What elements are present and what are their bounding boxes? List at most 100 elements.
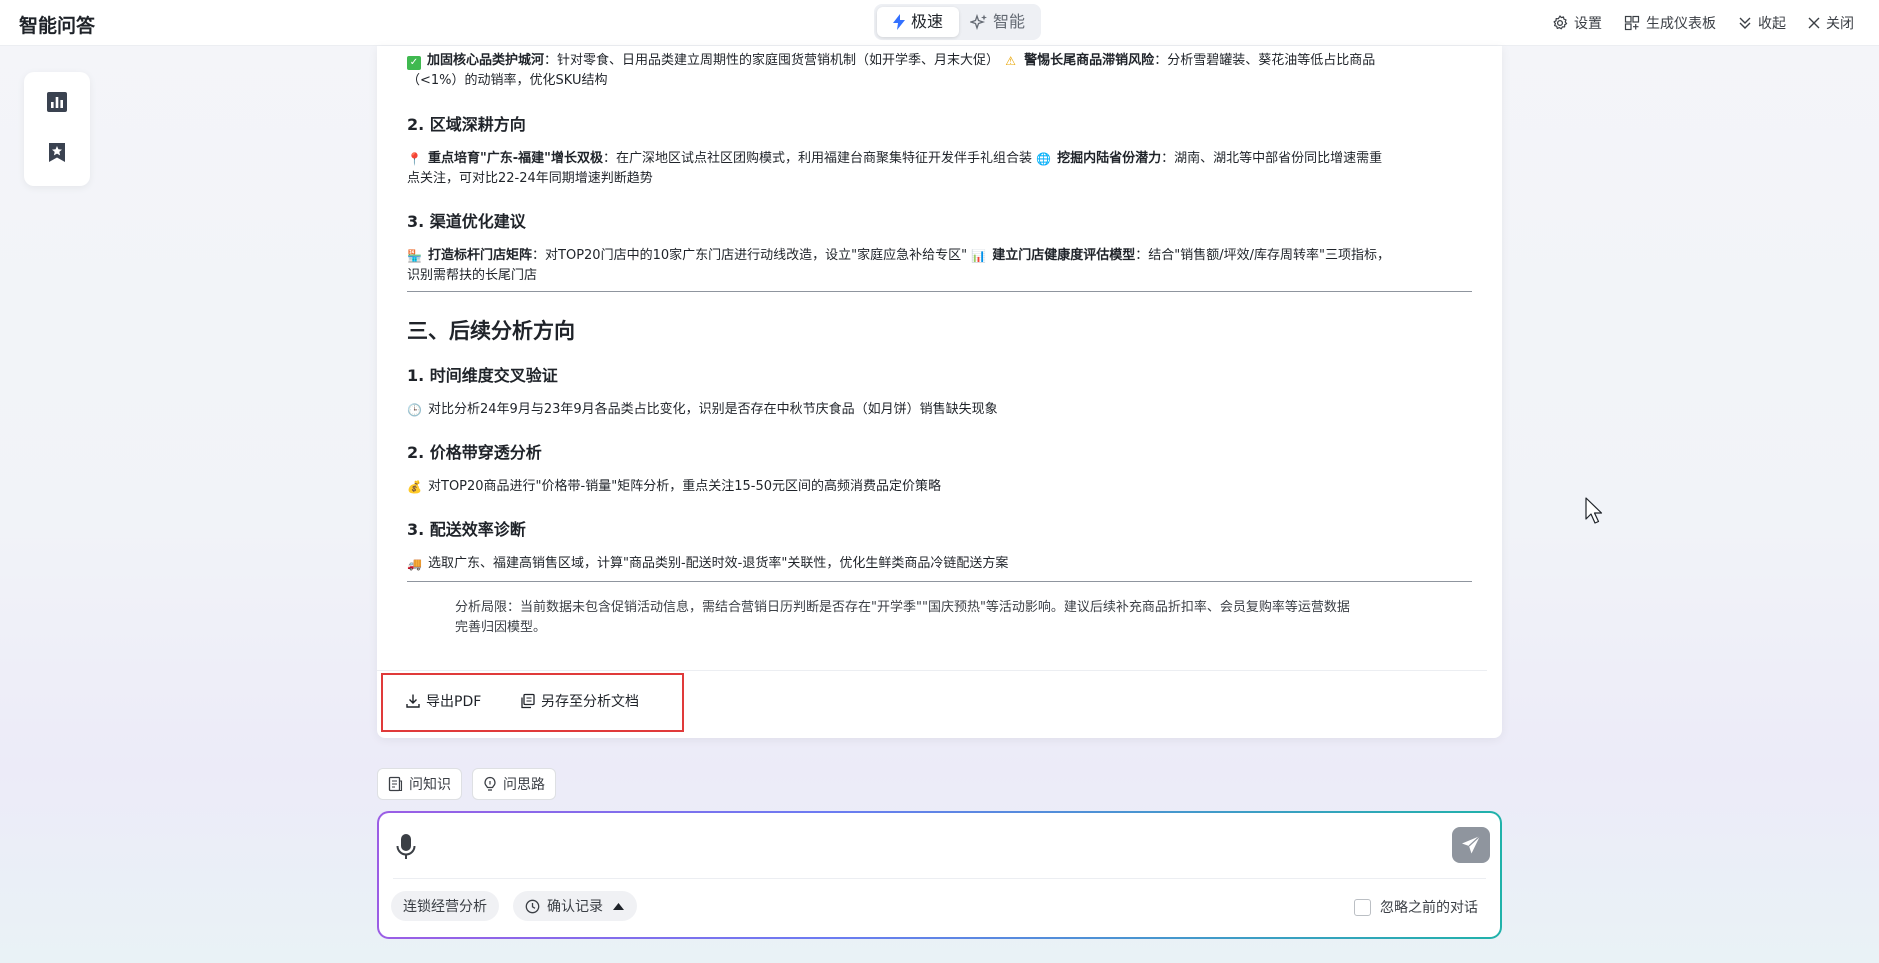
close-button[interactable]: 关闭 xyxy=(1808,13,1854,33)
triangle-up-icon xyxy=(613,902,624,910)
chat-input-inner[interactable]: 连锁经营分析 确认记录 忽略之前的对话 xyxy=(379,813,1500,937)
chart-emoji-icon: 📊 xyxy=(971,249,987,263)
clock-emoji-icon: 🕒 xyxy=(407,403,422,417)
confirm-record-label: 确认记录 xyxy=(547,899,603,915)
heading-delivery: 3. 配送效率诊断 xyxy=(407,520,526,539)
bar-chart-icon xyxy=(47,92,67,112)
gear-icon xyxy=(1553,15,1568,30)
region-bold-2: 挖掘内陆省份潜力 xyxy=(1057,151,1162,166)
generate-dashboard-label: 生成仪表板 xyxy=(1646,16,1716,32)
top-actions: 设置 生成仪表板 收起 关闭 xyxy=(1530,13,1854,33)
long-tail-bold: 警惕长尾商品滞销风险 xyxy=(1024,53,1155,68)
channel-bold-2: 建立门店健康度评估模型 xyxy=(992,248,1136,263)
send-icon xyxy=(1462,835,1481,854)
paragraph-region: 📍 重点培育"广东-福建"增长双极：在广深地区试点社区团购模式，利用福建台商聚集特… xyxy=(407,149,1472,189)
favorites-tool-button[interactable] xyxy=(45,140,69,164)
store-icon: 🏪 xyxy=(407,249,422,263)
download-icon xyxy=(406,694,420,708)
analysis-limitation: 分析局限：当前数据未包含促销活动信息，需结合营销日历判断是否存在"开学季""国庆… xyxy=(455,598,1435,638)
export-pdf-label: 导出PDF xyxy=(426,694,482,710)
card-actions-highlight: 导出PDF 另存至分析文档 xyxy=(381,673,684,732)
sparkle-icon xyxy=(970,14,987,30)
money-bag-icon: 💰 xyxy=(407,480,422,494)
ask-idea-chip[interactable]: 问思路 xyxy=(472,768,556,800)
divider xyxy=(407,291,1472,292)
region-text-cont: 点关注，可对比22-24年同期增速判断趋势 xyxy=(407,171,653,186)
top-bar: 智能问答 极速 智能 设置 生成仪表板 收起 关闭 xyxy=(0,0,1879,46)
truck-icon: 🚚 xyxy=(407,557,422,571)
channel-text-2: ：结合"销售额/坪效/库存周转率"三项指标， xyxy=(1135,248,1390,263)
mode-switch: 极速 智能 xyxy=(874,4,1041,40)
ignore-previous-toggle[interactable]: 忽略之前的对话 xyxy=(1354,897,1478,917)
close-label: 关闭 xyxy=(1826,16,1854,32)
send-button[interactable] xyxy=(1452,827,1490,863)
chart-tool-button[interactable] xyxy=(45,90,69,114)
heading-time: 1. 时间维度交叉验证 xyxy=(407,366,558,385)
mouse-cursor-icon xyxy=(1585,497,1603,524)
paragraph-delivery: 🚚 选取广东、福建高销售区域，计算"商品类别-配送时效-退货率"关联性，优化生鲜类… xyxy=(407,554,1472,574)
save-to-doc-label: 另存至分析文档 xyxy=(541,694,639,710)
clock-icon xyxy=(525,899,540,913)
region-text-2: ：湖南、湖北等中部省份同比增速需重 xyxy=(1161,151,1383,166)
core-category-bold: 加固核心品类护城河 xyxy=(427,53,545,68)
price-text: 对TOP20商品进行"价格带-销量"矩阵分析，重点关注15-50元区间的高频消费… xyxy=(428,479,941,494)
lightning-icon xyxy=(893,14,905,30)
export-pdf-button[interactable]: 导出PDF xyxy=(405,691,481,711)
app-title: 智能问答 xyxy=(19,15,96,37)
long-tail-text-cont: （<1%）的动销率，优化SKU结构 xyxy=(407,73,608,88)
dashboard-icon xyxy=(1624,15,1640,31)
side-toolbar xyxy=(24,72,90,186)
region-bold-1: 重点培育"广东-福建"增长双极 xyxy=(428,151,603,166)
paragraph-core-category: ✓ 加固核心品类护城河：针对零食、日用品类建立周期性的家庭囤货营销机制（如开学季、… xyxy=(407,51,1472,91)
limitation-line-2: 完善归因模型。 xyxy=(455,620,547,635)
heading-price: 2. 价格带穿透分析 xyxy=(407,443,542,462)
lightbulb-icon xyxy=(484,776,496,791)
document-icon xyxy=(388,776,403,792)
mode-fast-tab[interactable]: 极速 xyxy=(877,7,959,37)
channel-text-cont: 识别需帮扶的长尾门店 xyxy=(407,268,538,283)
delivery-text: 选取广东、福建高销售区域，计算"商品类别-配送时效-退货率"关联性，优化生鲜类商… xyxy=(428,556,1009,571)
save-to-doc-button[interactable]: 另存至分析文档 xyxy=(520,691,639,711)
warning-icon: ⚠ xyxy=(1005,54,1017,68)
collapse-label: 收起 xyxy=(1758,16,1786,32)
long-tail-text: ：分析雪碧罐装、葵花油等低占比商品 xyxy=(1154,53,1376,68)
answer-card: ✓ 加固核心品类护城河：针对零食、日用品类建立周期性的家庭囤货营销机制（如开学季、… xyxy=(377,46,1502,738)
paragraph-time: 🕒 对比分析24年9月与23年9月各品类占比变化，识别是否存在中秋节庆食品（如月饼… xyxy=(407,400,1472,420)
ask-knowledge-label: 问知识 xyxy=(409,777,451,793)
core-category-text: ：针对零食、日用品类建立周期性的家庭囤货营销机制（如开学季、月末大促） xyxy=(544,53,1000,68)
scene-label: 连锁经营分析 xyxy=(403,899,487,915)
limitation-line-1: 分析局限：当前数据未包含促销活动信息，需结合营销日历判断是否存在"开学季""国庆… xyxy=(455,600,1350,615)
star-bookmark-icon xyxy=(49,143,65,162)
settings-label: 设置 xyxy=(1574,16,1602,32)
channel-text-1: ：对TOP20门店中的10家广东门店进行动线改造，设立"家庭应急补给专区" xyxy=(532,248,968,263)
pin-icon: 📍 xyxy=(407,152,422,166)
microphone-icon xyxy=(396,834,416,859)
mode-fast-label: 极速 xyxy=(911,12,944,31)
ask-knowledge-chip[interactable]: 问知识 xyxy=(377,768,462,800)
paragraph-price: 💰 对TOP20商品进行"价格带-销量"矩阵分析，重点关注15-50元区间的高频消… xyxy=(407,477,1472,497)
ignore-previous-label: 忽略之前的对话 xyxy=(1380,900,1478,916)
collapse-button[interactable]: 收起 xyxy=(1738,13,1786,33)
mode-smart-tab[interactable]: 智能 xyxy=(970,7,1038,37)
region-text-1: ：在广深地区试点社区团购模式，利用福建台商聚集特征开发伴手礼组合装 xyxy=(602,151,1032,166)
generate-dashboard-button[interactable]: 生成仪表板 xyxy=(1624,13,1716,33)
confirm-record-button[interactable]: 确认记录 xyxy=(513,891,637,921)
settings-button[interactable]: 设置 xyxy=(1552,13,1602,33)
globe-icon: 🌐 xyxy=(1036,152,1052,166)
ignore-previous-checkbox[interactable] xyxy=(1354,898,1371,916)
heading-followup: 三、后续分析方向 xyxy=(407,319,575,343)
check-icon: ✓ xyxy=(407,56,421,70)
card-separator xyxy=(377,670,1487,671)
heading-channel: 3. 渠道优化建议 xyxy=(407,212,526,231)
double-chevron-down-icon xyxy=(1739,17,1751,29)
save-doc-icon xyxy=(521,693,535,709)
heading-region: 2. 区域深耕方向 xyxy=(407,115,526,134)
divider xyxy=(407,581,1472,582)
scene-selector[interactable]: 连锁经营分析 xyxy=(391,891,499,921)
paragraph-channel: 🏪 打造标杆门店矩阵：对TOP20门店中的10家广东门店进行动线改造，设立"家庭应… xyxy=(407,246,1472,286)
microphone-button[interactable] xyxy=(395,833,417,865)
input-separator xyxy=(393,878,1486,879)
chat-input-box: 连锁经营分析 确认记录 忽略之前的对话 xyxy=(377,811,1502,939)
channel-bold-1: 打造标杆门店矩阵 xyxy=(428,248,533,263)
time-text: 对比分析24年9月与23年9月各品类占比变化，识别是否存在中秋节庆食品（如月饼）… xyxy=(428,402,998,417)
